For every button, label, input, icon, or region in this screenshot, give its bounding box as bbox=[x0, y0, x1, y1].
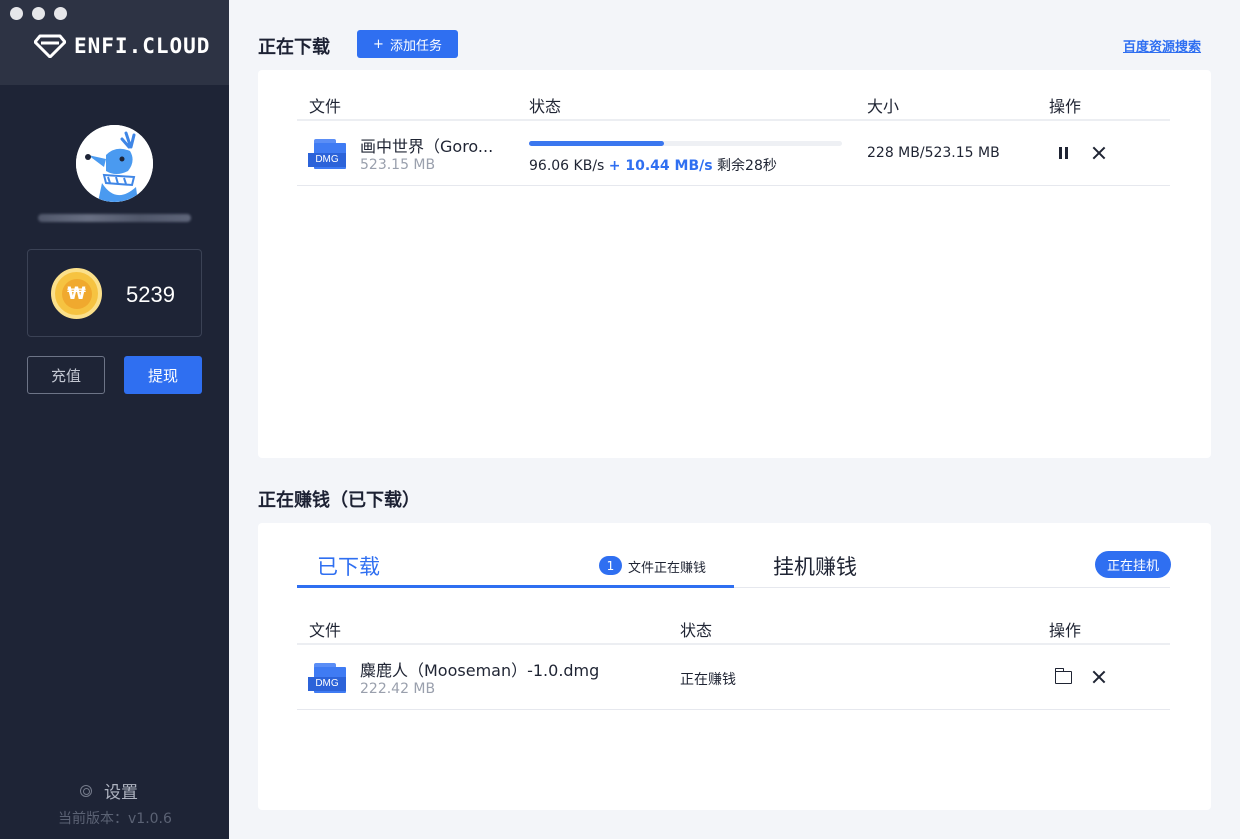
earning-title: 正在赚钱（已下载） bbox=[258, 490, 420, 511]
earning-badge-text: 文件正在赚钱 bbox=[628, 561, 707, 576]
download-speed: 96.06 KB/s + 10.44 MB/s 剩余28秒 bbox=[529, 155, 777, 175]
logo-text: ENFI.CLOUD bbox=[74, 34, 211, 58]
settings-button[interactable]: 设置 bbox=[80, 778, 138, 803]
maximize-window-button[interactable] bbox=[54, 7, 67, 20]
close-window-button[interactable] bbox=[10, 7, 23, 20]
download-file-name: 画中世界（Goro... bbox=[360, 137, 494, 156]
earning-header-divider bbox=[297, 643, 1170, 645]
folder-icon[interactable] bbox=[1054, 668, 1072, 684]
window-controls bbox=[10, 7, 67, 20]
earning-column-file: 文件 bbox=[309, 621, 342, 640]
version-text: 当前版本：v1.0.6 bbox=[58, 811, 172, 827]
settings-label: 设置 bbox=[104, 783, 138, 803]
coin-balance-card: ₩ 5239 bbox=[27, 249, 202, 337]
diamond-logo-icon bbox=[34, 34, 66, 58]
column-header-file: 文件 bbox=[309, 97, 342, 116]
earning-file-size: 222.42 MB bbox=[360, 681, 436, 697]
column-header-actions: 操作 bbox=[1049, 97, 1082, 116]
base-speed: 96.06 KB/s bbox=[529, 158, 605, 174]
column-header-status: 状态 bbox=[529, 97, 562, 116]
recharge-button[interactable]: 充值 bbox=[27, 356, 105, 394]
add-task-label: 添加任务 bbox=[389, 38, 442, 54]
baidu-search-link[interactable]: 百度资源搜索 bbox=[1123, 36, 1201, 55]
download-progress-fill bbox=[529, 141, 664, 146]
plus-icon: + bbox=[373, 36, 384, 52]
deer-avatar-icon bbox=[76, 125, 153, 202]
downloading-title: 正在下载 bbox=[258, 37, 330, 58]
row-divider bbox=[297, 185, 1170, 186]
logo: ENFI.CLOUD bbox=[34, 34, 210, 58]
tab-idle-mining[interactable]: 挂机赚钱 bbox=[773, 551, 857, 581]
downloading-card bbox=[258, 70, 1211, 458]
earning-column-actions: 操作 bbox=[1049, 621, 1082, 640]
download-size-progress: 228 MB/523.15 MB bbox=[867, 145, 1000, 161]
idle-mining-status-button[interactable]: 正在挂机 bbox=[1095, 551, 1171, 578]
tab-downloaded[interactable]: 已下载 bbox=[317, 551, 380, 581]
remove-icon[interactable] bbox=[1092, 670, 1106, 684]
time-remaining: 剩余28秒 bbox=[717, 158, 777, 174]
pause-icon[interactable] bbox=[1058, 147, 1070, 159]
minimize-window-button[interactable] bbox=[32, 7, 45, 20]
download-file-size: 523.15 MB bbox=[360, 157, 436, 173]
active-tab-indicator bbox=[297, 585, 734, 588]
table-header-divider bbox=[297, 119, 1170, 121]
gear-icon bbox=[80, 784, 92, 797]
coin-balance: 5239 bbox=[126, 282, 175, 307]
earning-file-name: 麋鹿人（Mooseman）-1.0.dmg bbox=[360, 661, 600, 680]
earning-row-divider bbox=[297, 709, 1170, 710]
coin-icon: ₩ bbox=[51, 268, 102, 319]
sidebar: ENFI.CLOUD ₩ 5239 充值 提现 设置 当前版本：v1.0.6 bbox=[0, 0, 229, 839]
earning-status: 正在赚钱 bbox=[680, 672, 736, 688]
sidebar-header: ENFI.CLOUD bbox=[0, 0, 229, 85]
add-task-button[interactable]: + 添加任务 bbox=[357, 30, 458, 58]
avatar[interactable] bbox=[76, 125, 153, 202]
dmg-file-icon: DMG bbox=[308, 663, 346, 693]
username-blurred bbox=[38, 214, 191, 222]
boost-speed: + 10.44 MB/s bbox=[608, 158, 713, 174]
withdraw-button[interactable]: 提现 bbox=[124, 356, 202, 394]
column-header-size: 大小 bbox=[867, 97, 900, 116]
close-icon[interactable] bbox=[1092, 146, 1106, 160]
earning-column-status: 状态 bbox=[680, 621, 713, 640]
earning-count-badge: 1 bbox=[599, 556, 622, 575]
dmg-file-icon: DMG bbox=[308, 139, 346, 169]
download-progress-bar bbox=[529, 141, 842, 146]
